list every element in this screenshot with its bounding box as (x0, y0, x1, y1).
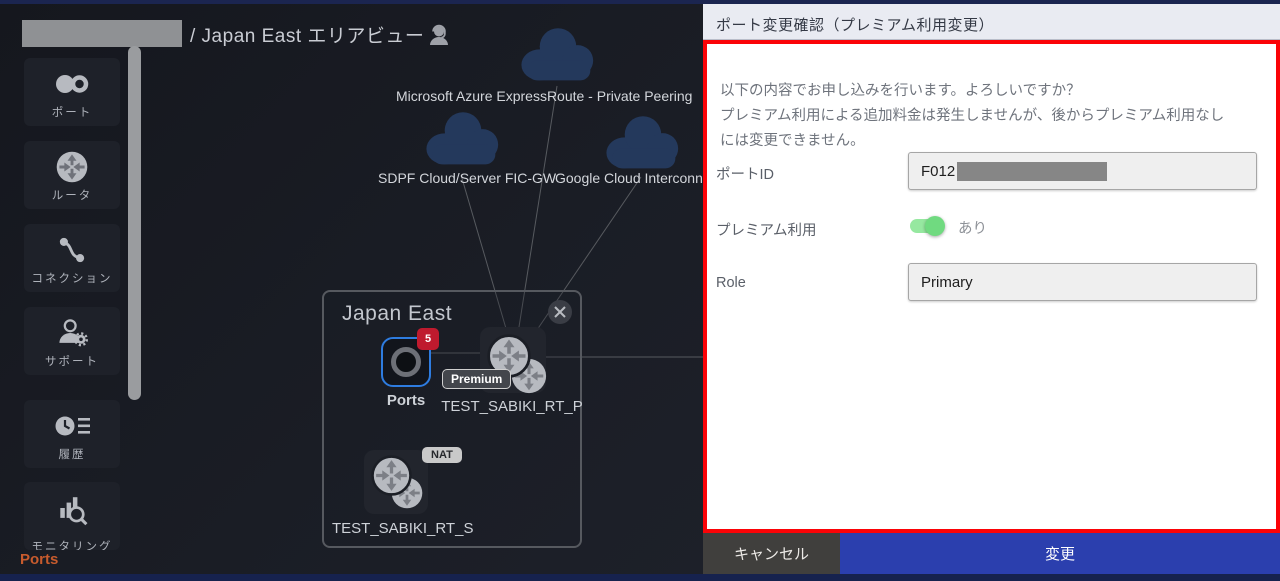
google-cloud-icon[interactable] (598, 112, 688, 174)
dialog-title: ポート変更確認（プレミアム利用変更） (716, 14, 994, 35)
port-change-dialog: ポート変更確認（プレミアム利用変更） 以下の内容でお申し込みを行います。よろしい… (703, 0, 1280, 581)
nat-badge: NAT (422, 447, 462, 463)
toggle-knob (925, 216, 945, 236)
azure-cloud-label: Microsoft Azure ExpressRoute - Private P… (396, 88, 692, 104)
topology-canvas[interactable]: / Japan East エリアビュー ポート ルータ (0, 0, 703, 581)
port-id-value: F012 (921, 163, 955, 180)
router-secondary-label: TEST_SABIKI_RT_S (332, 520, 522, 537)
premium-toggle[interactable] (910, 219, 944, 233)
dialog-message-line: プレミアム利用による追加料金は発生しませんが、後からプレミアム利用なし (720, 104, 1224, 130)
cancel-button[interactable]: キャンセル (703, 533, 840, 574)
router-icon (371, 455, 412, 496)
sdpf-cloud-icon[interactable] (418, 108, 508, 170)
area-panel-title: Japan East (342, 302, 452, 326)
app-root: / Japan East エリアビュー ポート ルータ (0, 0, 1280, 581)
google-cloud-label: Google Cloud Interconnect (555, 170, 703, 186)
sdpf-cloud-label: SDPF Cloud/Server FIC-GW (378, 170, 556, 186)
dialog-message-line: 以下の内容でお申し込みを行います。よろしいですか？ (720, 79, 1081, 105)
ports-count-badge: 5 (417, 328, 439, 350)
port-ring-icon (391, 347, 421, 377)
role-value: Primary (921, 274, 973, 291)
router-primary-label: TEST_SABIKI_RT_P (422, 398, 602, 415)
azure-cloud-icon[interactable] (513, 24, 603, 86)
role-label: Role (716, 275, 746, 291)
submit-change-button[interactable]: 変更 (840, 533, 1280, 574)
role-field[interactable]: Primary (908, 263, 1257, 301)
port-id-field[interactable]: F012 (908, 152, 1257, 190)
port-id-label: ポートID (716, 163, 774, 184)
area-panel-japan-east: Japan East 5 Ports Premium TEST_SABIKI_R… (322, 290, 582, 548)
dialog-message-line: には変更できません。 (720, 129, 865, 155)
premium-badge: Premium (442, 369, 511, 389)
dialog-header: ポート変更確認（プレミアム利用変更） (703, 0, 1280, 40)
bottom-accent-strip (0, 574, 1280, 581)
close-icon[interactable] (548, 300, 572, 324)
ports-link[interactable]: Ports (20, 551, 58, 568)
redacted-port-id (957, 162, 1107, 181)
premium-state-label: あり (958, 217, 987, 238)
premium-label: プレミアム利用 (716, 219, 816, 240)
